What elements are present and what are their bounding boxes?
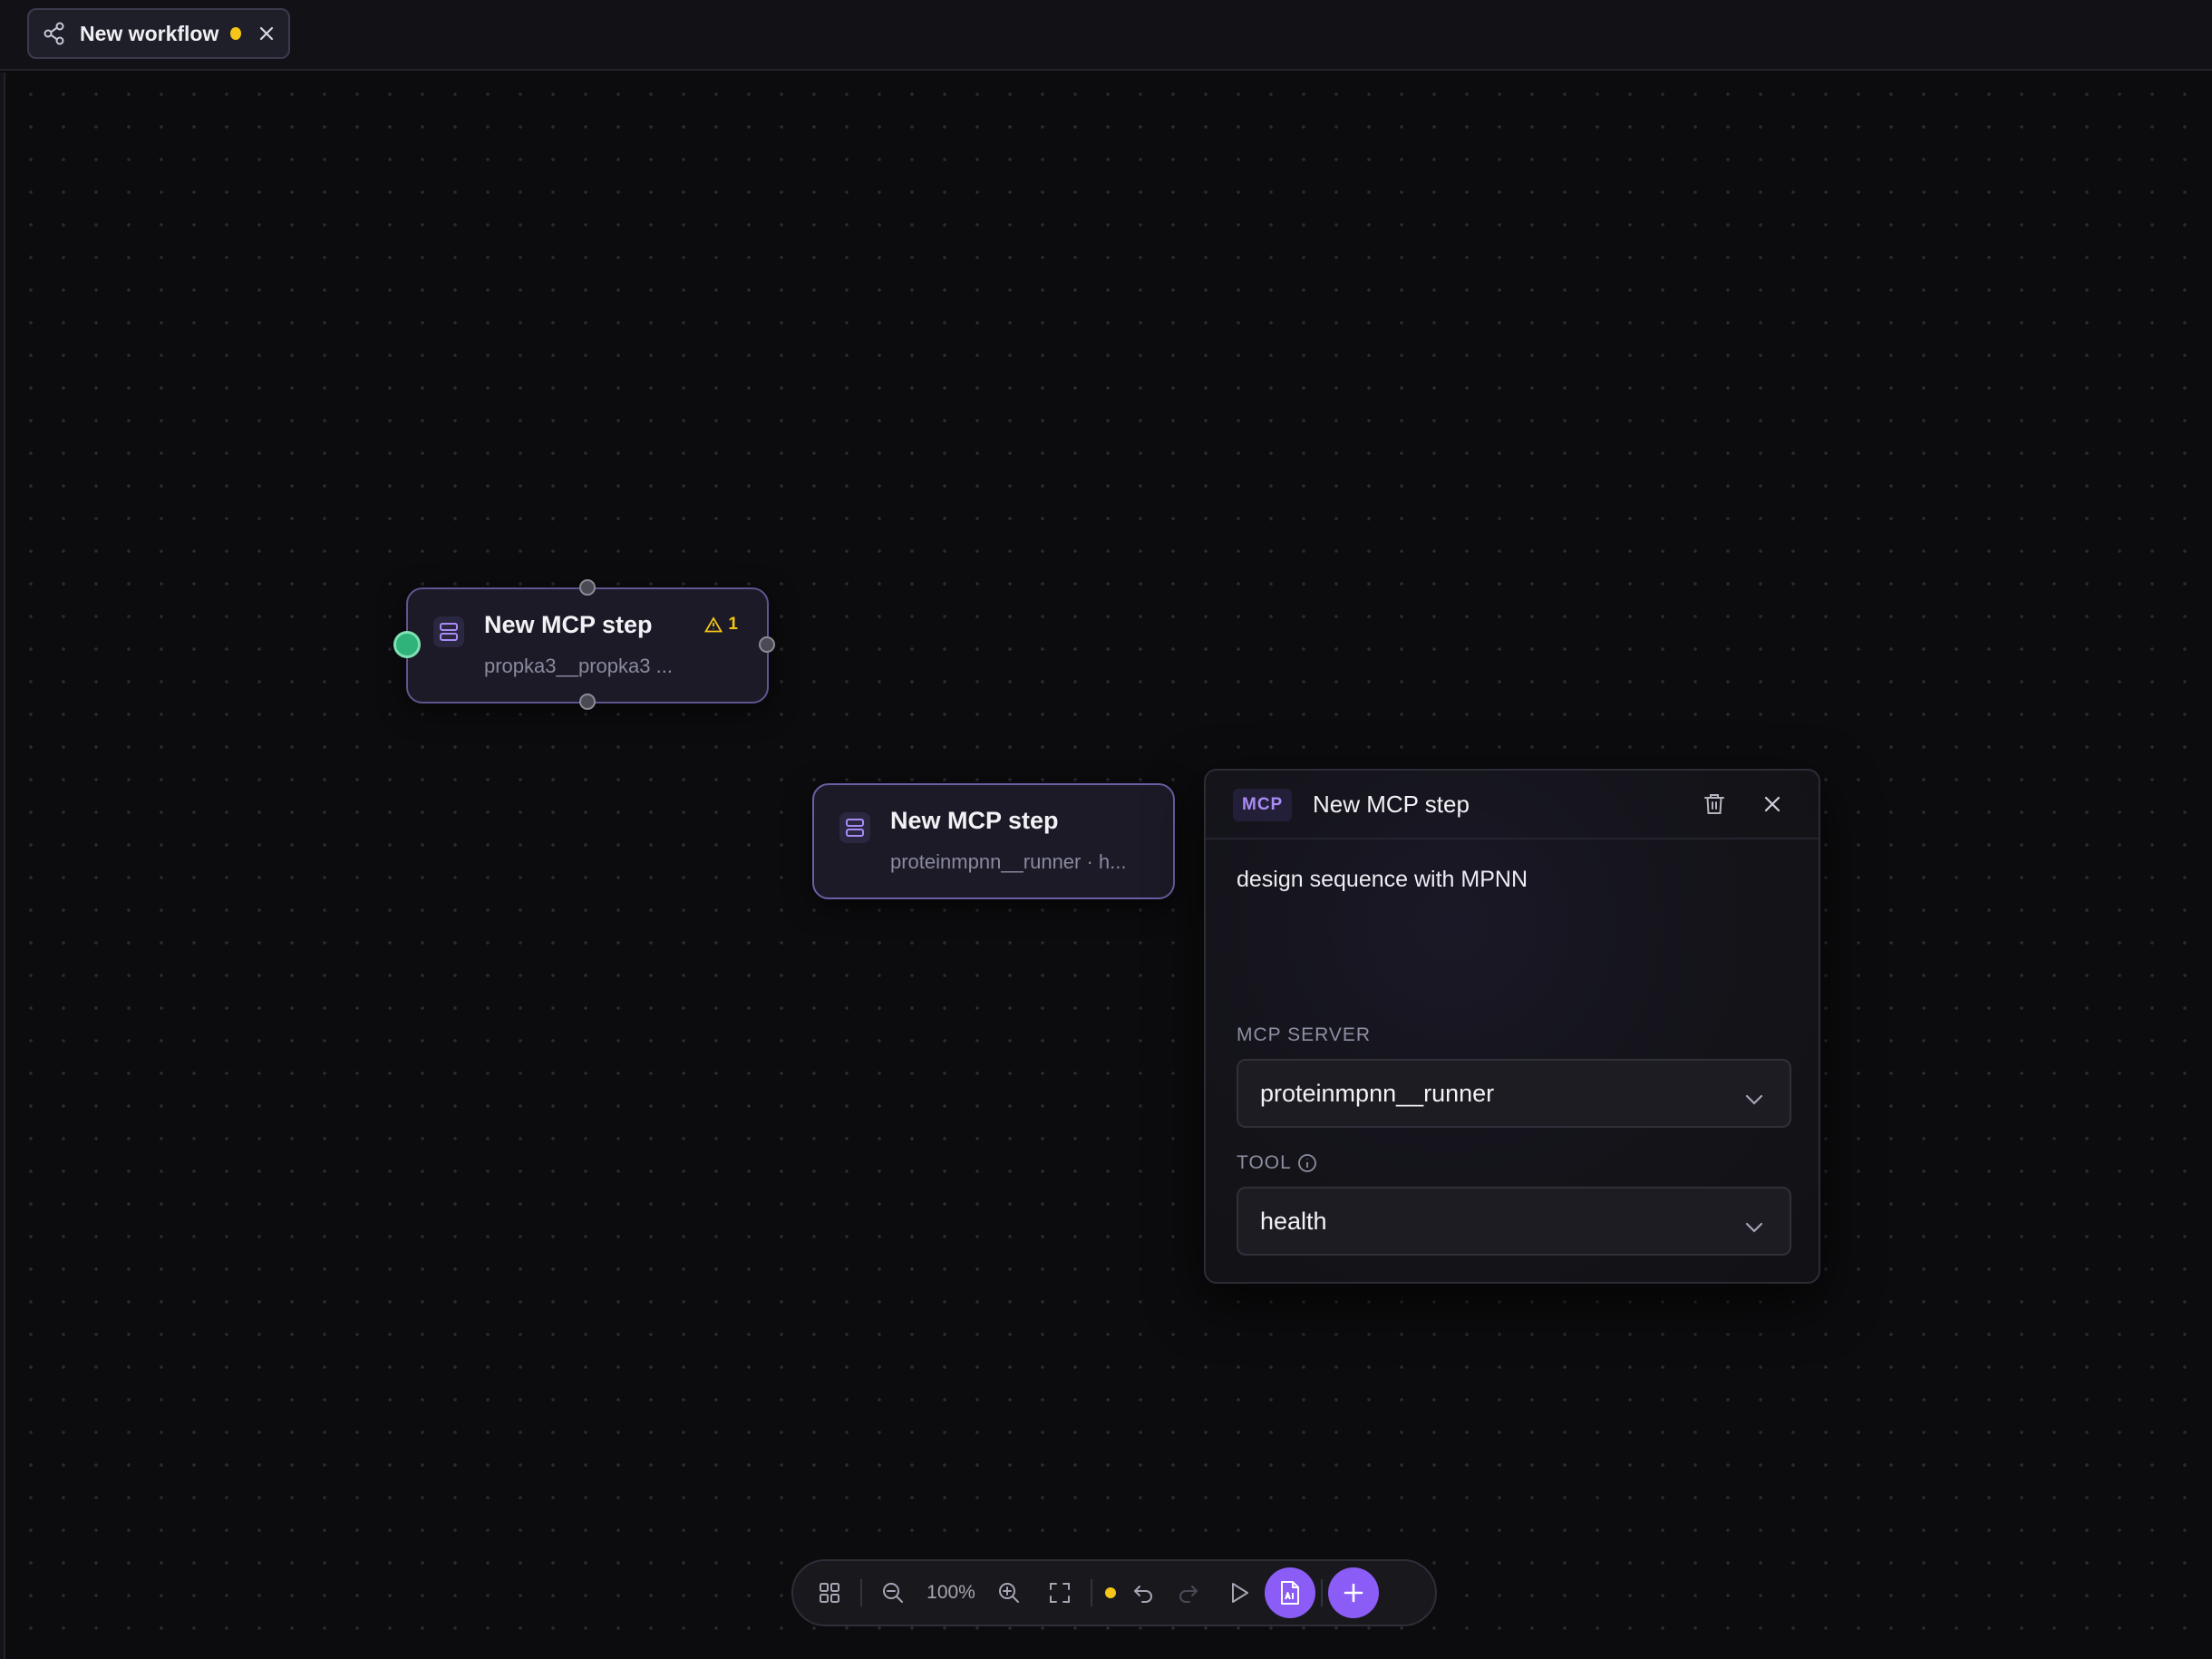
mcp-server-value: proteinmpnn__runner	[1260, 1079, 1495, 1107]
fit-view-icon[interactable]	[1034, 1567, 1085, 1618]
node-title: New MCP step	[484, 611, 653, 638]
play-icon[interactable]	[1214, 1567, 1265, 1618]
mcp-server-select[interactable]: proteinmpnn__runner	[1237, 1059, 1791, 1128]
warning-badge[interactable]: 1	[704, 615, 738, 635]
node-handle-top[interactable]	[579, 579, 596, 596]
step-description[interactable]: design sequence with MPNN	[1237, 867, 1528, 893]
node-handle-left-connected[interactable]	[393, 631, 421, 658]
toolbar-divider	[1321, 1579, 1323, 1606]
close-icon[interactable]	[1759, 791, 1786, 818]
toolbar-divider	[860, 1579, 862, 1606]
workflow-node-propka3[interactable]: New MCP step propka3__propka3 ... 1	[406, 587, 769, 703]
top-bar: New workflow	[0, 0, 2212, 71]
workflow-icon	[42, 21, 67, 46]
step-properties-panel: MCP New MCP step design sequence with MP…	[1204, 769, 1820, 1284]
workflow-editor: New workflow New MCP step propka3__propk…	[0, 0, 2212, 1659]
zoom-out-icon[interactable]	[868, 1567, 918, 1618]
mcp-server-label: MCP SERVER	[1237, 1024, 1371, 1046]
mcp-badge: MCP	[1233, 789, 1293, 821]
tool-select[interactable]: health	[1237, 1187, 1791, 1256]
warning-icon	[704, 616, 723, 633]
node-handle-bottom[interactable]	[579, 694, 596, 710]
plus-icon	[1344, 1583, 1363, 1603]
node-title: New MCP step	[890, 807, 1059, 834]
grid-icon[interactable]	[804, 1567, 855, 1618]
server-icon	[839, 812, 870, 843]
canvas-toolbar: 100%	[791, 1559, 1437, 1626]
undo-icon[interactable]	[1123, 1567, 1163, 1618]
panel-header: MCP New MCP step	[1206, 771, 1819, 839]
node-handle-right[interactable]	[759, 636, 775, 653]
node-subtitle: propka3__propka3 ...	[484, 655, 673, 677]
warning-count: 1	[728, 615, 738, 634]
unsaved-indicator	[230, 27, 242, 40]
tool-label-text: TOOL	[1237, 1152, 1292, 1173]
unsaved-indicator	[1105, 1587, 1116, 1598]
tool-label: TOOL	[1237, 1152, 1317, 1174]
chevron-down-icon	[1744, 1212, 1764, 1240]
tab-new-workflow[interactable]: New workflow	[27, 8, 290, 59]
trash-icon[interactable]	[1701, 791, 1728, 818]
panel-title[interactable]: New MCP step	[1313, 791, 1470, 819]
workflow-node-proteinmpnn[interactable]: New MCP step proteinmpnn__runner · h...	[812, 783, 1175, 899]
zoom-in-icon[interactable]	[984, 1567, 1034, 1618]
close-icon[interactable]	[257, 23, 276, 44]
add-step-button[interactable]	[1328, 1567, 1379, 1618]
ai-document-icon[interactable]	[1265, 1567, 1315, 1618]
zoom-level: 100%	[927, 1582, 975, 1603]
tab-label: New workflow	[80, 21, 219, 45]
toolbar-divider	[1091, 1579, 1092, 1606]
info-icon[interactable]	[1297, 1153, 1317, 1173]
tool-value: health	[1260, 1207, 1327, 1235]
redo-icon[interactable]	[1163, 1567, 1214, 1618]
chevron-down-icon	[1744, 1084, 1764, 1112]
node-subtitle: proteinmpnn__runner · h...	[890, 850, 1127, 873]
server-icon	[433, 616, 464, 647]
mcp-server-label-text: MCP SERVER	[1237, 1024, 1372, 1045]
